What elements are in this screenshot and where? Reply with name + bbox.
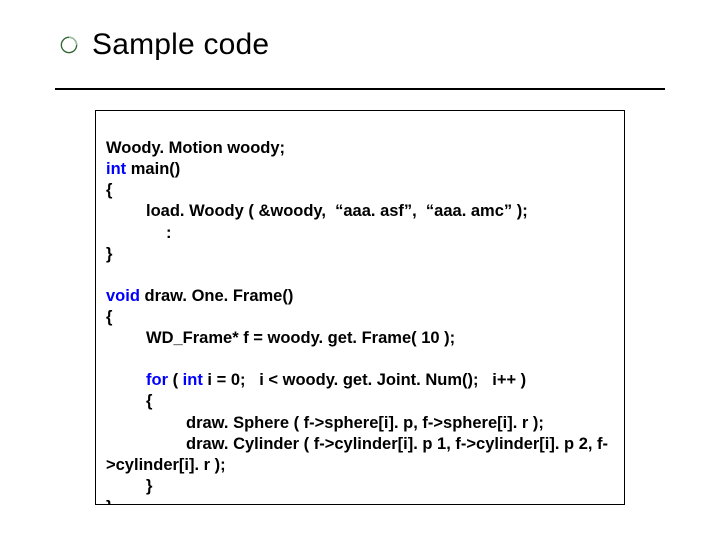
code-line: } [106,497,614,505]
code-line: >cylinder[i]. r ); [106,455,614,476]
code-text: ; i < woody. get. Joint. Num(); i++ ) [240,371,526,389]
bullet-icon [60,36,78,54]
code-line: draw. Cylinder ( f->cylinder[i]. p 1, f-… [106,434,614,455]
code-line: void draw. One. Frame() [106,286,614,307]
code-text: main() [126,160,180,178]
code-line: } [106,244,614,265]
code-line: load. Woody ( &woody, “aaa. asf”, “aaa. … [106,201,614,222]
code-line: for ( int i = 0; i < woody. get. Joint. … [106,370,614,391]
code-text: i = 0 [203,371,240,389]
code-line: { [106,180,614,201]
keyword: int [183,371,203,389]
keyword: int [106,160,126,178]
keyword: for [146,371,168,389]
code-line: { [106,391,614,412]
title-row: Sample code [0,0,720,72]
blank-line [106,265,614,286]
code-line: Woody. Motion woody; [106,138,614,159]
code-line: : [106,223,614,244]
blank-line [106,349,614,370]
code-text: draw. One. Frame() [140,287,293,305]
code-line: } [106,476,614,497]
slide-title: Sample code [92,28,269,62]
code-line: draw. Sphere ( f->sphere[i]. p, f->spher… [106,413,614,434]
code-box: Woody. Motion woody;int main(){load. Woo… [95,110,625,505]
code-line: WD_Frame* f = woody. get. Frame( 10 ); [106,328,614,349]
keyword: void [106,287,140,305]
horizontal-rule [55,88,665,90]
code-text: ( [168,371,183,389]
code-line: { [106,307,614,328]
code-line: int main() [106,159,614,180]
slide: Sample code Woody. Motion woody;int main… [0,0,720,540]
